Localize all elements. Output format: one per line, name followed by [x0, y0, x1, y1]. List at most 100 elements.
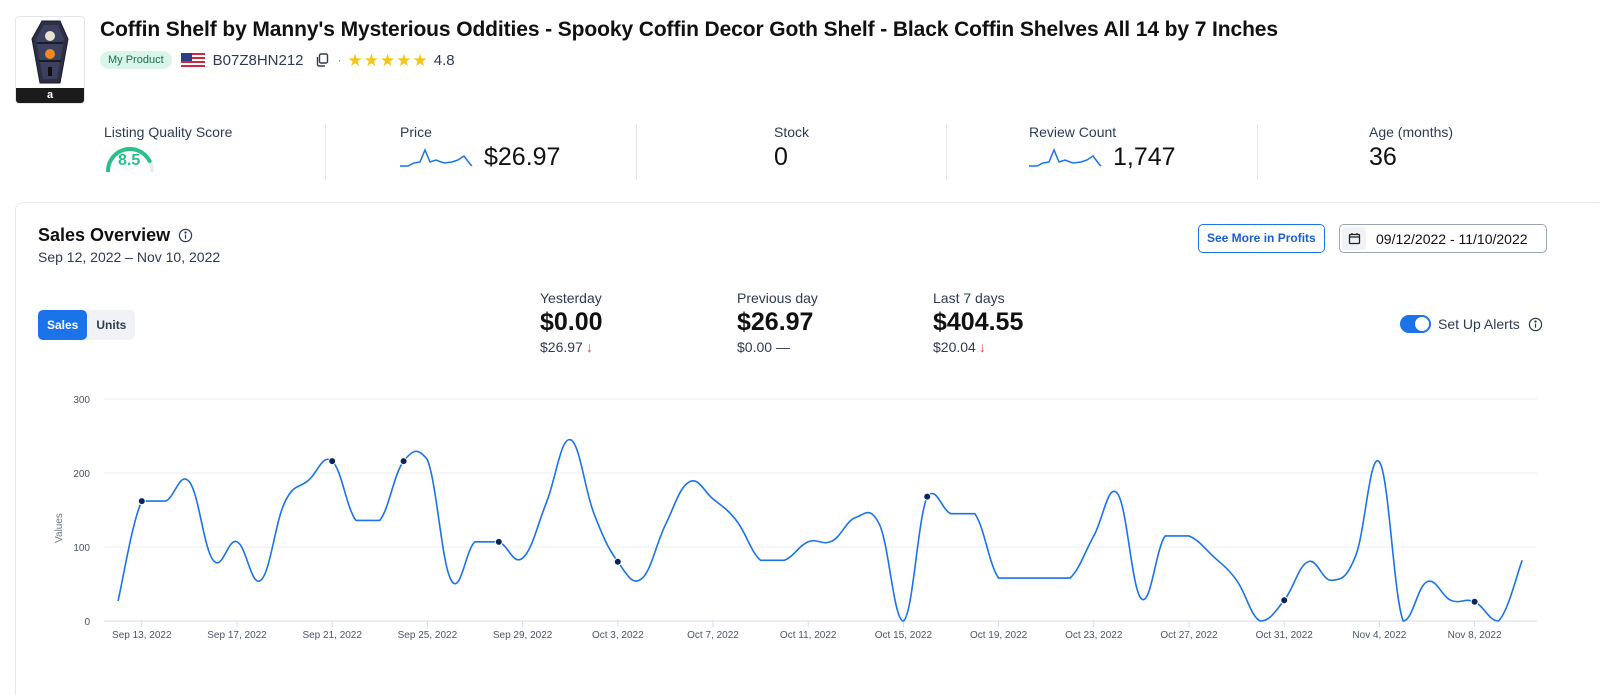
x-tick-label: Oct 31, 2022 — [1256, 630, 1314, 641]
y-tick-label: 100 — [73, 543, 90, 554]
kpi-compare: $20.04 — [933, 339, 976, 355]
data-point-marker — [923, 492, 932, 501]
rating-value: 4.8 — [433, 51, 455, 69]
info-icon[interactable] — [1528, 317, 1543, 332]
x-tick-label: Oct 7, 2022 — [687, 630, 739, 641]
review-count-value: 1,747 — [1113, 143, 1176, 171]
y-tick-label: 200 — [73, 469, 90, 480]
kpi-label: Yesterday — [540, 290, 602, 306]
kpi-value: $0.00 — [540, 308, 603, 336]
flat-dash-icon: — — [776, 339, 791, 355]
metric-review-count: Review Count 1,747 — [1029, 124, 1176, 180]
sales-date-range: Sep 12, 2022 – Nov 10, 2022 — [38, 249, 221, 265]
metric-age: Age (months) 36 — [1369, 124, 1453, 180]
divider — [636, 124, 637, 180]
kpi-label: Last 7 days — [933, 290, 1005, 306]
sales-overview-heading: Sales Overview — [38, 225, 171, 245]
metric-label: Age (months) — [1369, 124, 1454, 140]
my-product-badge: My Product — [100, 51, 172, 69]
divider — [325, 124, 326, 180]
star-icon: ★ — [396, 50, 412, 70]
quality-gauge: 8.5 — [104, 142, 156, 173]
amazon-logo: a — [16, 88, 84, 103]
x-tick-label: Oct 11, 2022 — [780, 630, 837, 641]
metric-label: Stock — [774, 124, 810, 140]
y-tick-label: 0 — [84, 617, 90, 628]
metric-label: Price — [400, 124, 432, 140]
metric-listing-quality: Listing Quality Score 8.5 — [104, 124, 232, 180]
data-point-marker — [613, 557, 622, 566]
alerts-toggle-switch[interactable] — [1400, 315, 1431, 333]
x-tick-label: Nov 4, 2022 — [1352, 630, 1406, 641]
arrow-down-icon: ↓ — [978, 339, 986, 355]
see-more-in-profits-button[interactable]: See More in Profits — [1198, 224, 1325, 253]
arrow-down-icon: ↓ — [585, 339, 593, 355]
x-tick-label: Oct 15, 2022 — [875, 630, 933, 641]
sales-units-toggle: Sales Units — [38, 310, 136, 340]
kpi-yesterday: Yesterday $0.00 $26.97 ↓ — [540, 290, 603, 355]
metric-price: Price $26.97 — [400, 124, 560, 180]
data-point-marker — [494, 537, 503, 546]
review-sparkline — [1029, 147, 1102, 167]
tab-units[interactable]: Units — [87, 310, 135, 340]
date-range-value: 09/12/2022 - 11/10/2022 — [1376, 230, 1528, 247]
product-meta-row: My Product B07Z8HN212 · ★ ★ ★ ★ ★ 4.8 — [100, 50, 455, 70]
star-icon: ★ — [363, 50, 380, 70]
metric-label: Review Count — [1029, 124, 1117, 140]
star-rating: ★ ★ ★ ★ ★ — [348, 52, 428, 69]
kpi-previous-day: Previous day $26.97 $0.00— — [737, 290, 818, 355]
data-point-marker — [137, 497, 146, 506]
copy-icon[interactable] — [314, 52, 330, 68]
y-axis-label: Values — [54, 513, 65, 543]
x-tick-label: Sep 13, 2022 — [112, 630, 172, 641]
us-flag-icon — [180, 52, 205, 68]
x-tick-label: Oct 3, 2022 — [592, 630, 644, 641]
asin-text: B07Z8HN212 — [212, 51, 304, 69]
kpi-last-7-days: Last 7 days $404.55 $20.04 ↓ — [933, 290, 1023, 355]
sales-line-chart: 0 100 200 300 Values Sep 13, 2022 Sep 17, 2022… — [54, 395, 1537, 641]
star-icon: ★ — [380, 50, 396, 70]
info-icon[interactable] — [178, 228, 193, 243]
y-tick-label: 300 — [73, 395, 90, 406]
divider — [1257, 124, 1258, 180]
x-tick-label: Sep 17, 2022 — [207, 630, 267, 641]
kpi-label: Previous day — [737, 290, 818, 306]
sales-overview-card: Sales Overview Sep 12, 2022 – Nov 10, 20… — [15, 202, 1600, 695]
star-icon: ★ — [347, 50, 363, 70]
data-point-marker — [399, 457, 408, 466]
data-point-marker — [1280, 596, 1289, 605]
kpi-value: $26.97 — [737, 308, 814, 336]
sales-series-line — [117, 438, 1523, 622]
data-point-marker — [328, 457, 337, 466]
separator-dot: · — [337, 53, 342, 67]
metric-label: Listing Quality Score — [104, 124, 233, 140]
x-tick-label: Oct 27, 2022 — [1160, 630, 1218, 641]
product-title: Coffin Shelf by Manny's Mysterious Oddit… — [100, 18, 1278, 41]
date-range-picker[interactable]: 09/12/2022 - 11/10/2022 — [1339, 224, 1547, 253]
tab-sales[interactable]: Sales — [38, 310, 88, 340]
set-up-alerts: Set Up Alerts — [1400, 315, 1543, 333]
kpi-value: $404.55 — [933, 308, 1024, 336]
stock-value: 0 — [774, 143, 788, 171]
metrics-row: Listing Quality Score 8.5 Price $26.97 S… — [0, 124, 1600, 180]
x-tick-label: Nov 8, 2022 — [1448, 630, 1502, 641]
metric-stock: Stock 0 — [774, 124, 809, 180]
price-sparkline — [400, 147, 473, 167]
kpi-compare: $0.00 — [737, 339, 773, 355]
price-value: $26.97 — [484, 143, 561, 171]
x-tick-label: Sep 25, 2022 — [398, 630, 458, 641]
divider — [946, 124, 947, 180]
x-tick-label: Oct 19, 2022 — [970, 630, 1028, 641]
age-value: 36 — [1369, 143, 1397, 171]
kpi-compare: $26.97 — [540, 339, 583, 355]
product-thumbnail[interactable]: a — [15, 16, 85, 104]
alerts-label: Set Up Alerts — [1438, 316, 1520, 332]
x-tick-label: Oct 23, 2022 — [1065, 630, 1123, 641]
x-tick-label: Sep 29, 2022 — [493, 630, 553, 641]
calendar-icon[interactable] — [1342, 227, 1366, 250]
quality-score-value: 8.5 — [118, 152, 141, 169]
x-tick-label: Sep 21, 2022 — [302, 630, 362, 641]
coffin-shelf-image — [16, 17, 84, 89]
star-icon: ★ — [412, 50, 428, 70]
sales-overview-title: Sales Overview — [38, 225, 193, 246]
